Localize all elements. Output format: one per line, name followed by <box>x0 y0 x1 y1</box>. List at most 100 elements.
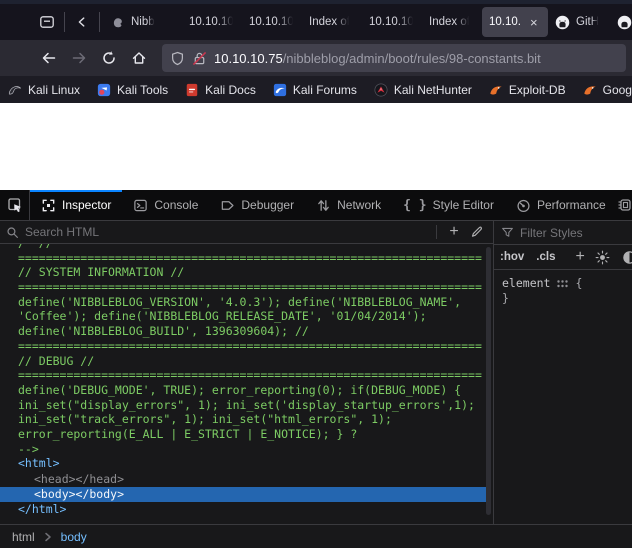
home-icon <box>131 50 147 66</box>
bookmark-label: Kali NetHunter <box>394 83 472 97</box>
tree-node-body-selected[interactable]: <body></body> <box>0 487 486 502</box>
comment-line[interactable]: --> <box>0 442 493 457</box>
console-icon <box>133 198 148 213</box>
comment-line[interactable]: ini_set("display_errors", 1); ini_set('d… <box>0 398 493 413</box>
bookmark-google-hacking-db[interactable]: Google Hack <box>583 83 632 97</box>
tree-node-html-open[interactable]: <html> <box>0 456 493 471</box>
bookmark-label: Exploit-DB <box>509 83 566 97</box>
dom-reference-dots-icon[interactable] <box>557 280 568 288</box>
github-favicon-icon <box>555 15 570 30</box>
devtools-tab-inspector[interactable]: Inspector <box>30 190 122 220</box>
search-row-separator <box>436 225 437 239</box>
tab-active-10-10[interactable]: 10.10. × <box>482 7 548 37</box>
forward-arrow-icon <box>71 50 87 66</box>
comment-line[interactable]: ========================================… <box>0 339 493 354</box>
navigation-toolbar: 10.10.10.75/nibbleblog/admin/boot/rules/… <box>0 40 632 76</box>
devtools-toolbox-tabbar: Inspector Console Debugger Network { } S… <box>0 190 632 221</box>
search-html-input[interactable] <box>25 225 430 239</box>
tabbar-separator <box>64 12 65 32</box>
kali-forums-icon <box>273 83 287 97</box>
tab-10-10-10-c[interactable]: 10.10.10 <box>362 7 422 37</box>
eyedropper-button[interactable] <box>465 222 487 242</box>
shield-icon <box>170 51 185 66</box>
exploit-db-icon <box>489 83 503 97</box>
filter-styles-input[interactable] <box>520 226 625 240</box>
github-favicon-icon <box>617 15 632 30</box>
tab-nibbleblog[interactable]: Nibb <box>104 7 182 37</box>
kali-tools-icon <box>97 83 111 97</box>
comment-line[interactable]: 'Coffee'); define('NIBBLEBLOG_RELEASE_DA… <box>0 309 493 324</box>
bookmark-kali-docs[interactable]: Kali Docs <box>185 83 256 97</box>
firefox-view-button[interactable] <box>34 9 60 35</box>
comment-line[interactable]: ========================================… <box>0 251 493 266</box>
comment-line[interactable]: define('NIBBLEBLOG_BUILD', 1396309604); … <box>0 324 493 339</box>
debugger-icon <box>220 198 235 213</box>
comment-line[interactable]: ========================================… <box>0 368 493 383</box>
tab-close-button[interactable]: × <box>527 15 541 30</box>
create-new-node-button[interactable]: + <box>443 222 465 242</box>
comment-line[interactable]: / // <box>0 244 493 251</box>
tree-node-html-close[interactable]: </html> <box>0 502 493 517</box>
url-bar[interactable]: 10.10.10.75/nibbleblog/admin/boot/rules/… <box>162 44 626 72</box>
url-path: /nibbleblog/admin/boot/rules/98-constant… <box>283 51 541 66</box>
tab-10-10-10-a[interactable]: 10.10.10 <box>182 7 242 37</box>
bookmark-kali-linux[interactable]: Kali Linux <box>8 83 80 97</box>
devtools-tab-label: Console <box>154 198 198 212</box>
tabbar-separator-2 <box>99 12 100 32</box>
devtools-tab-network[interactable]: Network <box>305 190 392 220</box>
comment-line[interactable]: // DEBUG // <box>0 354 493 369</box>
comment-line[interactable]: // SYSTEM INFORMATION // <box>0 265 493 280</box>
devtools-tab-label: Inspector <box>62 198 111 212</box>
toggle-classes-button[interactable]: .cls <box>536 251 555 263</box>
tree-node-head[interactable]: <head></head> <box>0 472 493 487</box>
tab-label: Index of <box>309 16 350 28</box>
markup-scrollbar-thumb[interactable] <box>486 247 491 515</box>
rules-toolbar-row: :hov .cls + <box>494 245 632 270</box>
tab-10-10-10-b[interactable]: 10.10.10 <box>242 7 302 37</box>
tab-index-of-b[interactable]: Index of <box>422 7 482 37</box>
element-rule-header[interactable]: element { <box>502 276 624 291</box>
bookmark-kali-nethunter[interactable]: Kali NetHunter <box>374 83 472 97</box>
home-button[interactable] <box>124 44 154 72</box>
devtools-tab-label: Style Editor <box>433 198 494 212</box>
tab-github-partial[interactable] <box>610 7 632 37</box>
back-arrow-icon <box>41 50 57 66</box>
back-button[interactable] <box>34 44 64 72</box>
bookmark-label: Kali Docs <box>205 83 256 97</box>
devtools-tab-console[interactable]: Console <box>122 190 209 220</box>
breadcrumb-item-html[interactable]: html <box>12 530 35 544</box>
comment-line[interactable]: define('DEBUG_MODE', TRUE); error_report… <box>0 383 493 398</box>
reload-icon <box>101 50 117 66</box>
tab-label: GitH <box>576 16 599 28</box>
comment-line[interactable]: define('NIBBLEBLOG_VERSION', '4.0.3'); d… <box>0 295 493 310</box>
bookmark-label: Kali Tools <box>117 83 168 97</box>
comment-line[interactable]: error_reporting(E_ALL | E_STRICT | E_NOT… <box>0 427 493 442</box>
add-rule-button[interactable]: + <box>575 248 584 266</box>
tab-label: 10.10.10 <box>249 16 294 28</box>
tab-index-of-a[interactable]: Index of <box>302 7 362 37</box>
forward-button[interactable] <box>64 44 94 72</box>
comment-line[interactable]: ini_set("track_errors", 1); ini_set("htm… <box>0 412 493 427</box>
bookmark-kali-tools[interactable]: Kali Tools <box>97 83 168 97</box>
breadcrumb-item-body[interactable]: body <box>61 530 87 544</box>
reload-button[interactable] <box>94 44 124 72</box>
devtools-tab-debugger[interactable]: Debugger <box>209 190 305 220</box>
scroll-tabs-left-button[interactable] <box>69 9 95 35</box>
comment-line[interactable]: ========================================… <box>0 280 493 295</box>
bookmark-exploit-db[interactable]: Exploit-DB <box>489 83 566 97</box>
pick-element-button[interactable] <box>0 190 30 220</box>
dark-mode-simulation-button[interactable] <box>622 250 632 265</box>
tab-label: 10.10. <box>489 16 521 28</box>
devtools-tab-memory-partial[interactable] <box>617 190 632 220</box>
light-mode-simulation-button[interactable] <box>595 250 610 265</box>
bookmark-kali-forums[interactable]: Kali Forums <box>273 83 357 97</box>
toggle-pseudo-classes-button[interactable]: :hov <box>500 251 524 263</box>
kali-docs-icon <box>185 83 199 97</box>
devtools-tab-performance[interactable]: Performance <box>505 190 617 220</box>
element-picker-icon <box>7 197 23 213</box>
bookmark-label: Kali Forums <box>293 83 357 97</box>
tab-label: 10.10.10 <box>369 16 414 28</box>
page-viewport[interactable] <box>0 103 632 190</box>
tab-github[interactable]: GitH <box>548 7 610 37</box>
devtools-tab-style-editor[interactable]: { } Style Editor <box>392 190 505 220</box>
